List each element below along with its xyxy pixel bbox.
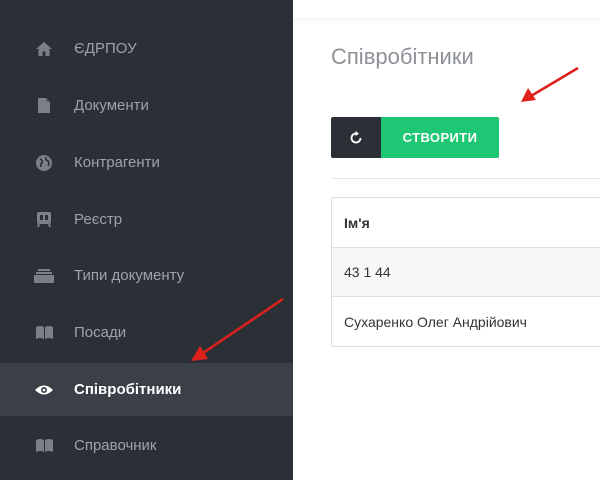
sidebar-item-label: Співробітники [74,381,182,398]
sidebar-item-label: Посади [74,324,127,341]
sidebar-item-employees[interactable]: Співробітники [0,363,293,416]
sidebar-item-label: Справочник [74,437,157,454]
sidebar-item-edrpou[interactable]: ЄДРПОУ [0,22,293,75]
top-bar [293,0,600,18]
document-icon [34,96,54,116]
sidebar-item-document-types[interactable]: Типи документу [0,249,293,302]
table-row[interactable]: Сухаренко Олег Андрійович [332,297,600,346]
sidebar-item-label: Реєстр [74,211,123,228]
sidebar-item-counterparties[interactable]: Контрагенти [0,136,293,189]
home-icon [34,39,54,59]
table-row[interactable]: 43 1 44 [332,248,600,297]
sidebar-item-label: Документи [74,97,149,114]
register-icon [34,210,54,230]
book-icon [34,436,54,456]
stack-icon [34,266,54,286]
employees-table: Ім'я 43 1 44 Сухаренко Олег Андрійович [331,197,600,347]
table-header-name[interactable]: Ім'я [332,198,600,248]
sidebar-item-label: Типи документу [74,267,185,284]
eye-icon [34,380,54,400]
refresh-button[interactable] [331,117,381,158]
sidebar-item-directory[interactable]: Справочник [0,419,293,472]
divider [331,178,600,179]
sidebar-item-label: Контрагенти [74,154,160,171]
sidebar: ЄДРПОУ Документи Контрагенти Реєстр Типи… [0,0,293,480]
page-title: Співробітники [331,44,474,69]
sidebar-item-label: ЄДРПОУ [74,40,137,57]
annotation-arrow [521,66,579,102]
sidebar-item-register[interactable]: Реєстр [0,193,293,246]
refresh-icon [349,130,363,145]
globe-icon [34,153,54,173]
create-button[interactable]: СТВОРИТИ [381,117,499,158]
book-icon [34,323,54,343]
sidebar-item-positions[interactable]: Посади [0,306,293,359]
sidebar-item-documents[interactable]: Документи [0,79,293,132]
